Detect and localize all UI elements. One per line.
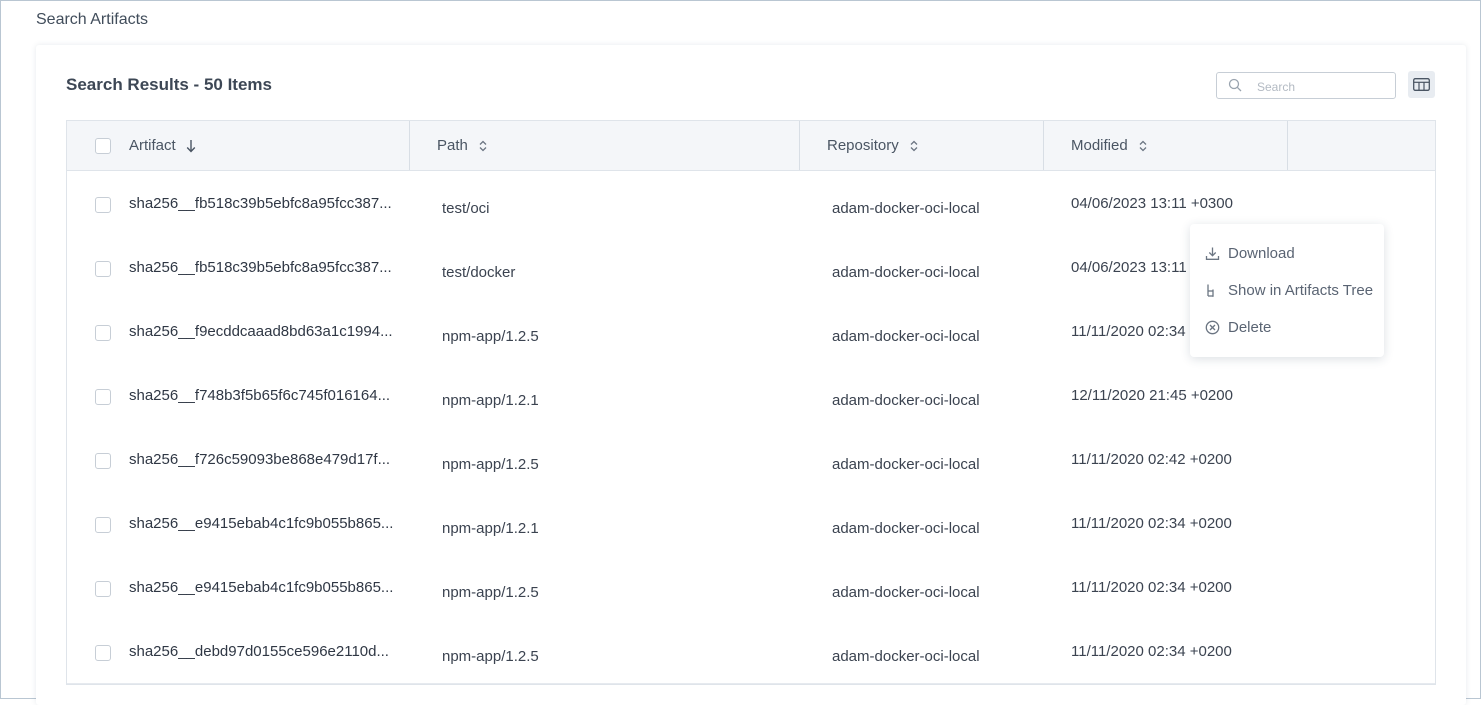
column-header-label: Repository: [827, 137, 899, 154]
menu-item-label: Delete: [1228, 318, 1272, 336]
artifact-name[interactable]: sha256__e9415ebab4c1fc9b055b865...: [129, 515, 393, 532]
artifact-modified: 04/06/2023 13:11 +0300: [1071, 195, 1233, 212]
artifact-path: npm-app/1.2.1: [442, 520, 539, 537]
table-row[interactable]: sha256__e9415ebab4c1fc9b055b865... npm-a…: [67, 491, 1435, 556]
column-divider[interactable]: [409, 121, 410, 170]
column-header-modified[interactable]: Modified: [1071, 121, 1148, 170]
sort-descending-icon: [186, 139, 195, 153]
menu-item-show-in-tree[interactable]: Show in Artifacts Tree: [1205, 280, 1373, 300]
download-icon: [1205, 247, 1220, 260]
artifact-modified: 04/06/2023 13:11 +: [1071, 259, 1200, 276]
row-checkbox[interactable]: [95, 517, 111, 533]
select-all-checkbox[interactable]: [95, 138, 111, 154]
column-header-path[interactable]: Path: [437, 121, 488, 170]
menu-item-label: Download: [1228, 244, 1295, 262]
row-context-menu: Download Show in Artifacts Tree Delete: [1190, 224, 1384, 357]
artifact-path: test/docker: [442, 264, 516, 281]
delete-circle-icon: [1205, 320, 1220, 334]
artifact-modified: 11/11/2020 02:34 +0200: [1071, 643, 1232, 660]
sort-icon: [479, 140, 487, 151]
table-row[interactable]: sha256__e9415ebab4c1fc9b055b865... npm-a…: [67, 555, 1435, 620]
menu-item-download[interactable]: Download: [1205, 243, 1295, 263]
artifact-modified: 11/11/2020 02:34 +: [1071, 323, 1199, 340]
column-divider[interactable]: [1287, 121, 1288, 170]
sort-icon: [1139, 140, 1147, 151]
app-frame: Search Artifacts Search Results - 50 Ite…: [0, 0, 1481, 705]
artifact-name[interactable]: sha256__e9415ebab4c1fc9b055b865...: [129, 579, 393, 596]
artifact-modified: 11/11/2020 02:34 +0200: [1071, 579, 1232, 596]
artifact-repository: adam-docker-oci-local: [832, 456, 980, 473]
artifact-path: npm-app/1.2.5: [442, 328, 539, 345]
column-header-label: Modified: [1071, 137, 1128, 154]
results-title: Search Results - 50 Items: [66, 75, 272, 94]
artifact-repository: adam-docker-oci-local: [832, 392, 980, 409]
artifact-repository: adam-docker-oci-local: [832, 264, 980, 281]
artifact-repository: adam-docker-oci-local: [832, 648, 980, 665]
column-header-label: Path: [437, 137, 468, 154]
column-header-label: Artifact: [129, 137, 176, 154]
sort-icon: [910, 140, 918, 151]
search-input[interactable]: [1255, 76, 1389, 97]
artifact-repository: adam-docker-oci-local: [832, 584, 980, 601]
search-box[interactable]: [1216, 72, 1396, 99]
search-icon: [1228, 78, 1242, 92]
artifact-path: npm-app/1.2.5: [442, 648, 539, 665]
artifact-name[interactable]: sha256__f748b3f5b65f6c745f016164...: [129, 387, 390, 404]
column-header-artifact[interactable]: Artifact: [129, 121, 196, 170]
columns-icon: [1413, 78, 1430, 91]
artifact-path: test/oci: [442, 200, 490, 217]
column-divider[interactable]: [799, 121, 800, 170]
artifact-path: npm-app/1.2.1: [442, 392, 539, 409]
artifact-name[interactable]: sha256__fb518c39b5ebfc8a95fcc387...: [129, 259, 392, 276]
artifact-path: npm-app/1.2.5: [442, 584, 539, 601]
row-checkbox[interactable]: [95, 261, 111, 277]
search-results-panel: Search Results - 50 Items Artifact: [36, 45, 1466, 705]
table-row[interactable]: sha256__f726c59093be868e479d17f... npm-a…: [67, 427, 1435, 492]
column-settings-button[interactable]: [1408, 71, 1435, 98]
artifact-path: npm-app/1.2.5: [442, 456, 539, 473]
artifact-name[interactable]: sha256__fb518c39b5ebfc8a95fcc387...: [129, 195, 392, 212]
artifact-repository: adam-docker-oci-local: [832, 200, 980, 217]
artifact-name[interactable]: sha256__debd97d0155ce596e2110d...: [129, 643, 389, 660]
artifact-repository: adam-docker-oci-local: [832, 520, 980, 537]
menu-item-delete[interactable]: Delete: [1205, 317, 1271, 337]
row-checkbox[interactable]: [95, 389, 111, 405]
artifact-modified: 11/11/2020 02:34 +0200: [1071, 515, 1232, 532]
artifact-name[interactable]: sha256__f726c59093be868e479d17f...: [129, 451, 390, 468]
row-checkbox[interactable]: [95, 325, 111, 341]
row-checkbox[interactable]: [95, 453, 111, 469]
row-checkbox[interactable]: [95, 645, 111, 661]
results-table: Artifact Path Repository Modified sha256…: [66, 120, 1436, 685]
artifact-repository: adam-docker-oci-local: [832, 328, 980, 345]
table-row[interactable]: sha256__f748b3f5b65f6c745f016164... npm-…: [67, 363, 1435, 428]
artifact-name[interactable]: sha256__f9ecddcaaad8bd63a1c1994...: [129, 323, 393, 340]
artifact-modified: 12/11/2020 21:45 +0200: [1071, 387, 1233, 404]
table-header: Artifact Path Repository Modified: [67, 121, 1435, 171]
table-row[interactable]: sha256__debd97d0155ce596e2110d... npm-ap…: [67, 619, 1435, 684]
menu-item-label: Show in Artifacts Tree: [1228, 281, 1374, 299]
column-header-repository[interactable]: Repository: [827, 121, 919, 170]
column-divider[interactable]: [1043, 121, 1044, 170]
tree-icon: [1207, 284, 1214, 297]
page-title: Search Artifacts: [36, 11, 149, 28]
artifact-modified: 11/11/2020 02:42 +0200: [1071, 451, 1232, 468]
row-checkbox[interactable]: [95, 581, 111, 597]
row-checkbox[interactable]: [95, 197, 111, 213]
